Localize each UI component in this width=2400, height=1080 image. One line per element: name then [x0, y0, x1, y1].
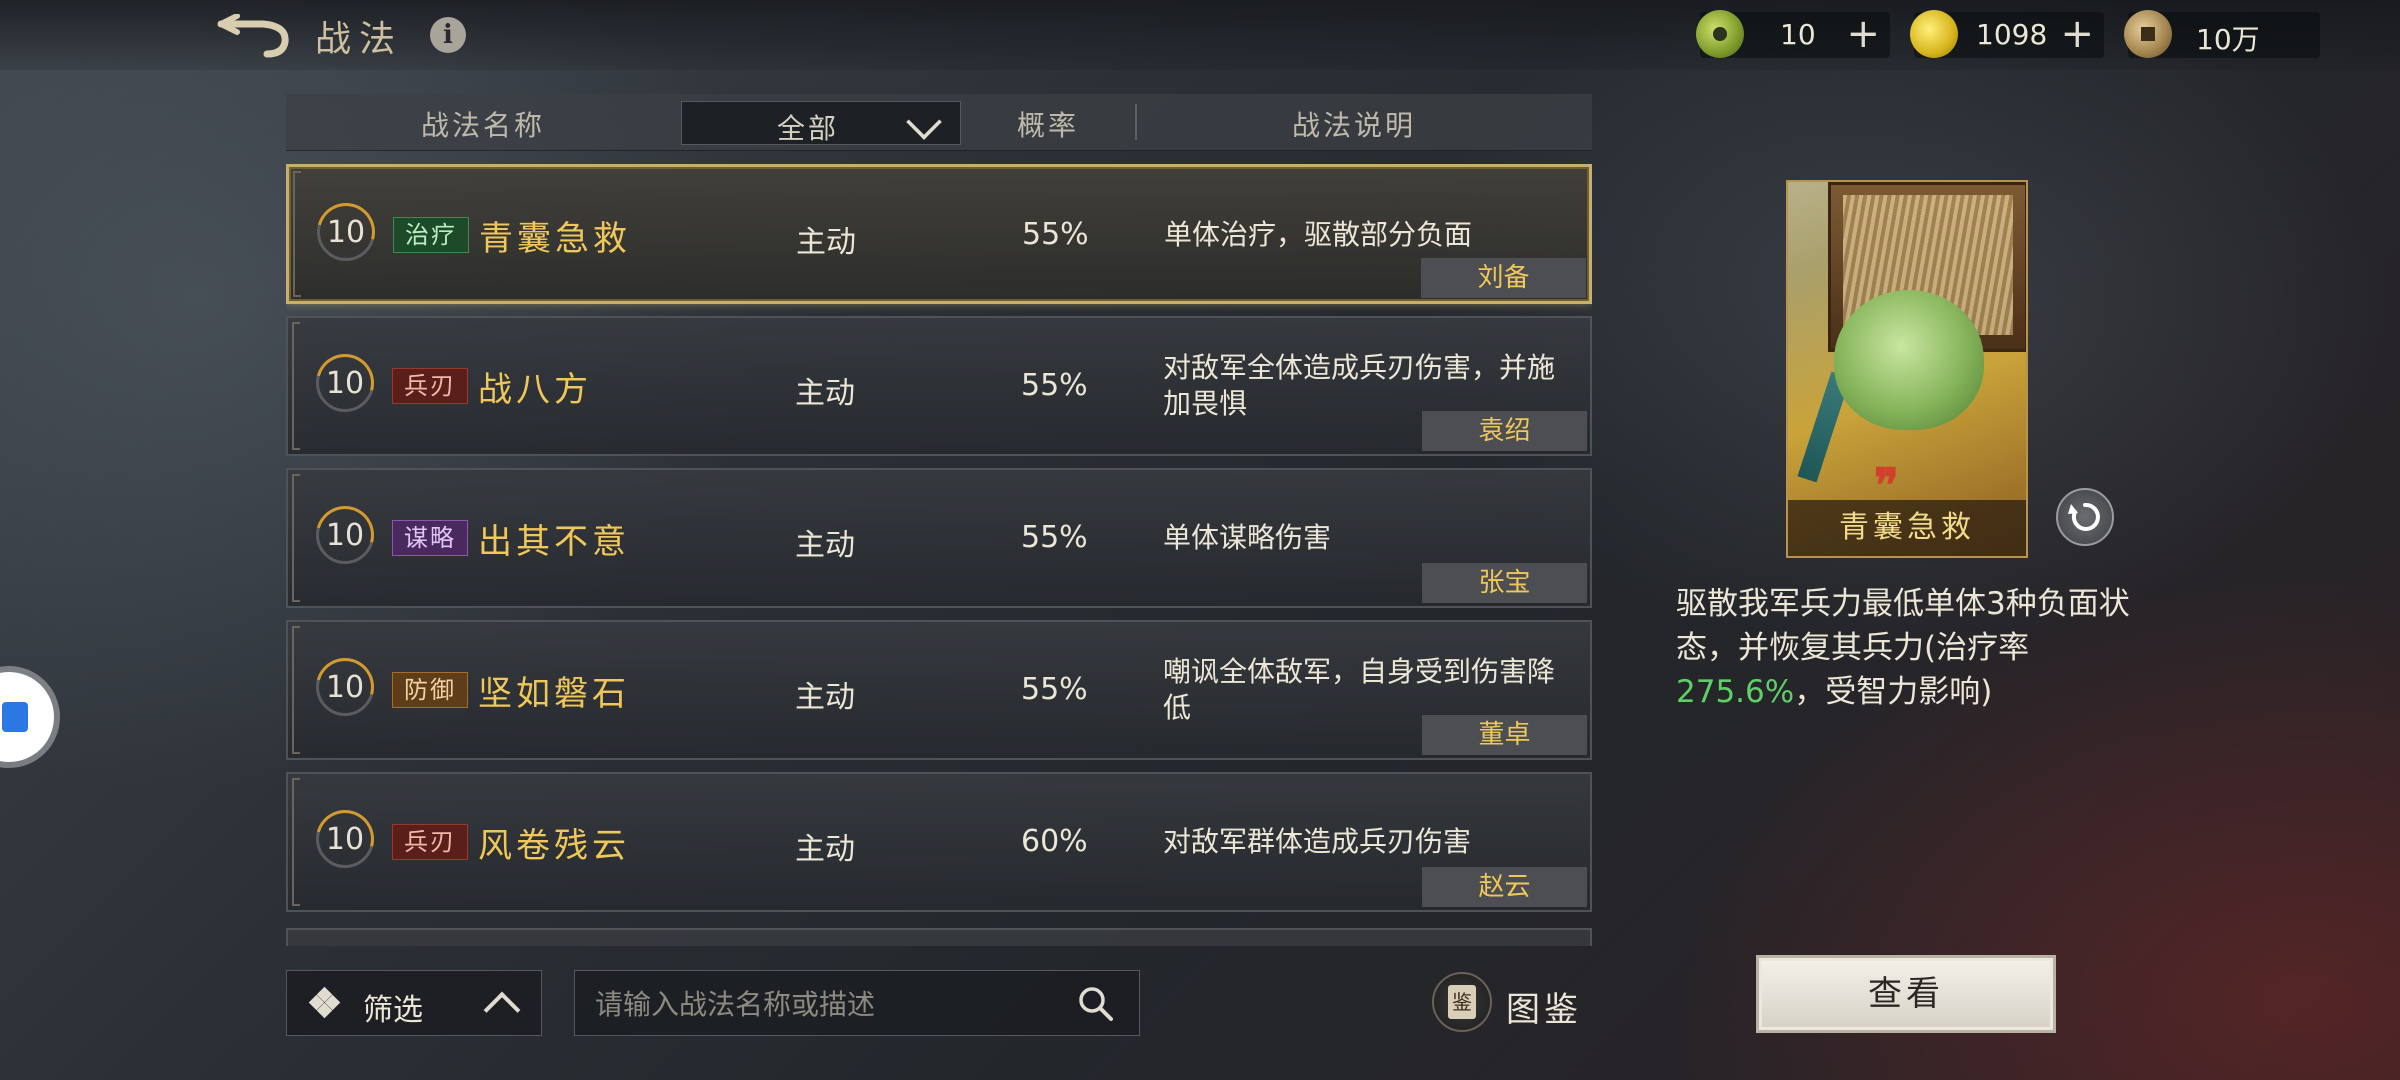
skill-level: 10	[325, 670, 365, 705]
currency-jade-value: 10	[1780, 18, 1816, 51]
skill-rate: 55%	[1021, 520, 1088, 555]
jade-coin-icon	[1696, 10, 1744, 58]
skill-hero: 董卓	[1422, 715, 1587, 755]
heal-rate-value: 275.6%	[1676, 674, 1795, 710]
skill-hero: 赵云	[1422, 867, 1587, 907]
skill-name: 坚如磐石	[478, 674, 630, 714]
skill-desc: 单体治疗，驱散部分负面	[1164, 218, 1473, 251]
atlas-label: 图鉴	[1506, 990, 1582, 1030]
skill-level: 10	[325, 518, 365, 553]
skill-row-partial[interactable]	[286, 928, 1592, 946]
col-header-desc: 战法说明	[1292, 109, 1417, 142]
skill-level: 10	[325, 366, 365, 401]
skill-level: 10	[326, 215, 366, 250]
floating-assistant-button[interactable]	[0, 672, 54, 762]
assistant-icon	[2, 702, 28, 732]
level-ring: 10	[316, 810, 374, 868]
view-button[interactable]: 查看	[1756, 955, 2056, 1033]
currency-copper-value: 10万	[2196, 23, 2260, 56]
level-ring: 10	[317, 203, 375, 261]
skill-name: 青囊急救	[479, 219, 631, 259]
skill-card-image: ❞ 青囊急救	[1786, 180, 2028, 558]
skill-rate: 55%	[1021, 672, 1088, 707]
skill-desc: 单体谋略伤害	[1163, 521, 1332, 554]
chevron-up-icon	[483, 991, 521, 1029]
currency-gold-value: 1098	[1976, 18, 2048, 51]
col-header-name: 战法名称	[421, 109, 546, 142]
skill-name: 风卷残云	[478, 826, 630, 866]
filter-diamond-icon	[308, 986, 341, 1019]
search-icon[interactable]	[1077, 985, 1115, 1023]
detail-text-tail: ，受智力影响)	[1794, 674, 1993, 710]
skill-type: 主动	[795, 376, 855, 411]
gold-coin-icon	[1910, 10, 1958, 58]
chevron-down-icon	[906, 104, 942, 140]
skill-row[interactable]: 10 兵刃 战八方 主动 55% 对敌军全体造成兵刃伤害，并施加畏惧 袁绍	[286, 316, 1592, 456]
col-header-rate: 概率	[1017, 109, 1080, 142]
atlas-icon-char: 鉴	[1448, 985, 1476, 1019]
atlas-button[interactable]: 鉴 图鉴	[1432, 972, 1602, 1034]
add-jade-button[interactable]: +	[1846, 12, 1880, 56]
skill-hero: 刘备	[1421, 258, 1586, 298]
page-title: 战法	[315, 19, 404, 60]
type-filter-dropdown[interactable]: 全部	[681, 101, 961, 145]
skill-type: 主动	[795, 528, 855, 563]
refresh-icon[interactable]	[2056, 488, 2114, 546]
back-arrow-icon[interactable]	[215, 13, 295, 58]
filter-label: 筛选	[363, 993, 423, 1028]
skill-desc: 对敌军群体造成兵刃伤害	[1163, 825, 1472, 858]
add-gold-button[interactable]: +	[2060, 12, 2094, 56]
filter-button[interactable]: 筛选	[286, 970, 542, 1036]
table-header: 战法名称 全部 概率 战法说明	[286, 94, 1592, 151]
card-skill-name: 青囊急救	[1788, 500, 2026, 556]
type-filter-value: 全部	[777, 112, 840, 145]
currency-jade: 10 +	[1696, 10, 1890, 58]
search-box	[574, 970, 1140, 1036]
skill-tag: 防御	[392, 672, 468, 708]
skill-row[interactable]: 10 兵刃 风卷残云 主动 60% 对敌军群体造成兵刃伤害 赵云	[286, 772, 1592, 912]
view-button-label: 查看	[1868, 974, 1944, 1014]
divider	[1135, 104, 1137, 140]
skill-name: 战八方	[478, 370, 592, 410]
skill-detail-text: 驱散我军兵力最低单体3种负面状态，并恢复其兵力(治疗率 275.6%，受智力影响)	[1676, 582, 2136, 714]
skill-name: 出其不意	[478, 522, 630, 562]
search-input[interactable]	[593, 981, 1067, 1027]
skill-type: 主动	[795, 680, 855, 715]
info-icon[interactable]: i	[430, 17, 466, 53]
skill-hero: 袁绍	[1422, 411, 1587, 451]
skill-row[interactable]: 10 治疗 青囊急救 主动 55% 单体治疗，驱散部分负面 刘备	[286, 164, 1592, 304]
currency-gold: 1098 +	[1910, 10, 2104, 58]
level-ring: 10	[316, 354, 374, 412]
top-bar: 战法 i 10 + 1098 + 10万	[0, 0, 2400, 70]
skill-rate: 60%	[1021, 824, 1088, 859]
skill-tag: 兵刃	[392, 824, 468, 860]
skill-level: 10	[325, 822, 365, 857]
skill-tag: 治疗	[393, 217, 469, 253]
skill-type: 主动	[796, 225, 856, 260]
skill-list[interactable]: 10 治疗 青囊急救 主动 55% 单体治疗，驱散部分负面 刘备 10 兵刃 战…	[286, 164, 1592, 946]
skill-hero: 张宝	[1422, 563, 1587, 603]
skill-tag: 谋略	[392, 520, 468, 556]
skill-tag: 兵刃	[392, 368, 468, 404]
skill-rate: 55%	[1022, 217, 1089, 252]
level-ring: 10	[316, 658, 374, 716]
currency-copper: 10万	[2124, 10, 2320, 58]
skill-rate: 55%	[1021, 368, 1088, 403]
skill-row[interactable]: 10 防御 坚如磐石 主动 55% 嘲讽全体敌军，自身受到伤害降低 董卓	[286, 620, 1592, 760]
skill-type: 主动	[795, 832, 855, 867]
atlas-book-icon: 鉴	[1432, 972, 1492, 1032]
skill-row[interactable]: 10 谋略 出其不意 主动 55% 单体谋略伤害 张宝	[286, 468, 1592, 608]
copper-coin-icon	[2124, 10, 2172, 58]
detail-text-main: 驱散我军兵力最低单体3种负面状态，并恢复其兵力(治疗率	[1676, 586, 2130, 666]
level-ring: 10	[316, 506, 374, 564]
pouch-illustration	[1834, 290, 1984, 430]
